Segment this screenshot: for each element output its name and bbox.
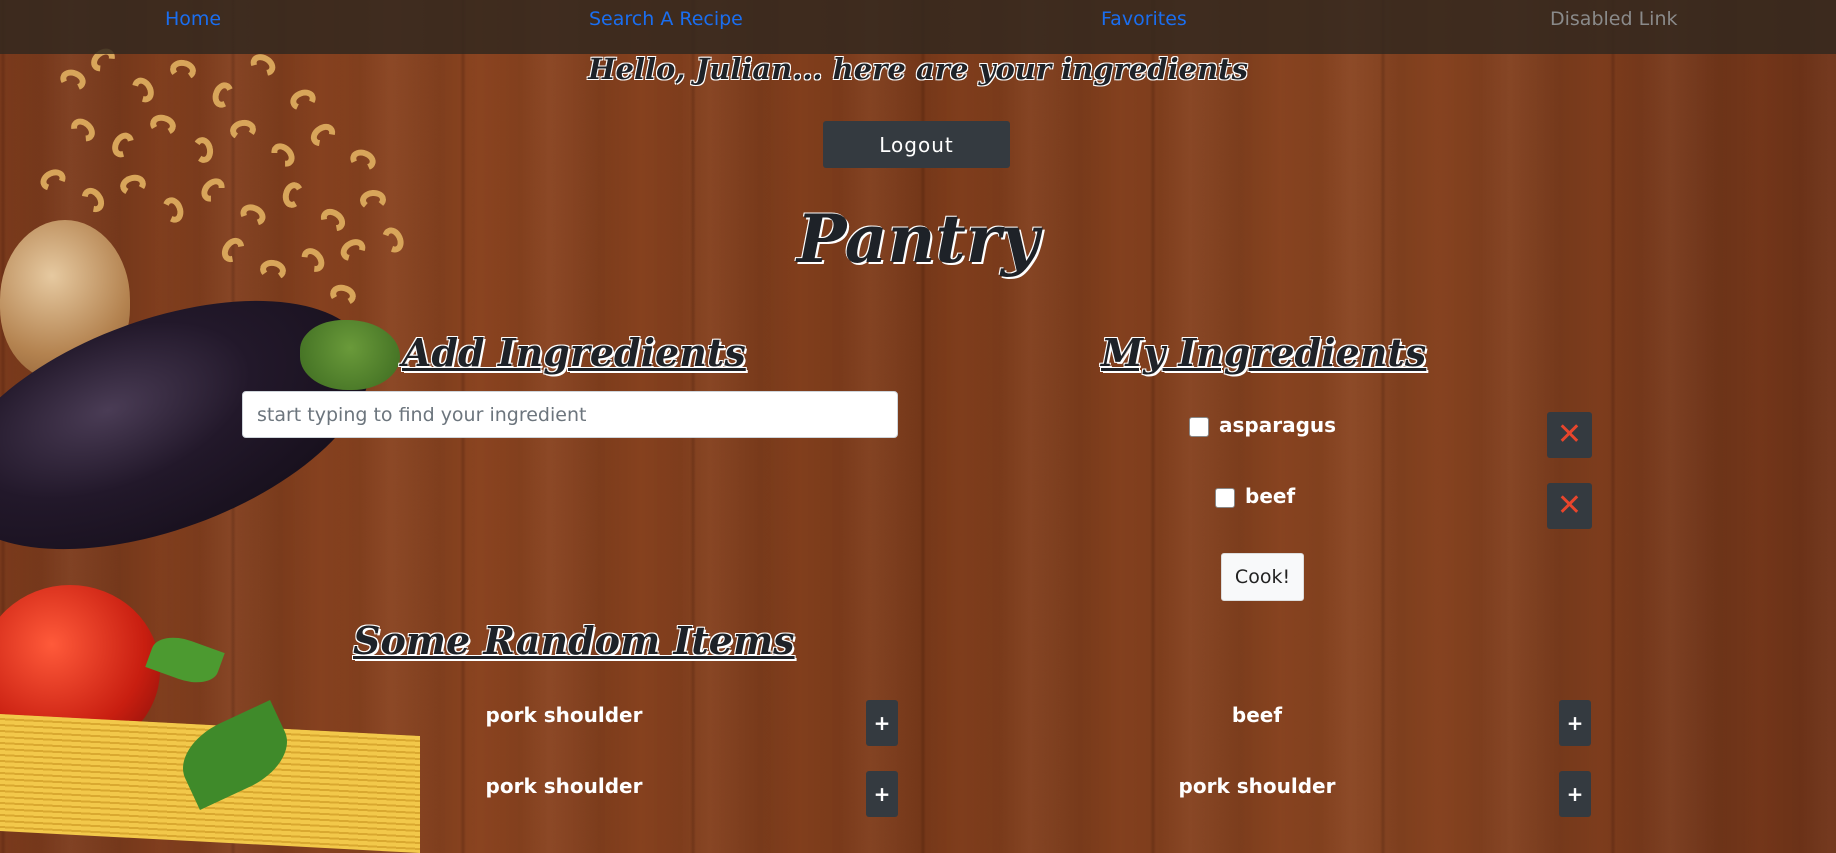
add-item-button[interactable]: + xyxy=(866,771,898,817)
add-item-button[interactable]: + xyxy=(866,700,898,746)
nav-home-link[interactable]: Home xyxy=(165,8,221,30)
ingredient-search-input[interactable] xyxy=(242,391,898,438)
eggplant-cap-decoration xyxy=(300,320,400,390)
macaroni-piece xyxy=(228,117,258,143)
add-ingredients-heading: Add Ingredients xyxy=(402,330,746,375)
greeting-heading: Hello, Julian... here are your ingredien… xyxy=(588,52,1248,86)
delete-ingredient-button[interactable]: ✕ xyxy=(1547,483,1592,529)
macaroni-piece xyxy=(36,165,70,195)
macaroni-piece xyxy=(287,86,319,114)
ingredient-label: asparagus xyxy=(1219,413,1337,437)
cook-button[interactable]: Cook! xyxy=(1221,553,1304,601)
macaroni-piece xyxy=(266,138,300,172)
random-item-label: pork shoulder xyxy=(1178,774,1336,798)
macaroni-piece xyxy=(147,111,179,139)
macaroni-piece xyxy=(66,113,100,147)
ingredient-label: beef xyxy=(1245,484,1296,508)
random-items-heading: Some Random Items xyxy=(353,618,795,663)
macaroni-piece xyxy=(117,171,149,199)
logout-button[interactable]: Logout xyxy=(823,121,1010,168)
random-item-label: beef xyxy=(1231,703,1283,727)
add-item-button[interactable]: + xyxy=(1559,700,1591,746)
add-item-button[interactable]: + xyxy=(1559,771,1591,817)
delete-ingredient-button[interactable]: ✕ xyxy=(1547,412,1592,458)
macaroni-piece xyxy=(190,135,216,165)
close-icon: ✕ xyxy=(1556,488,1583,523)
nav-disabled-link: Disabled Link xyxy=(1550,8,1678,30)
random-item-label: pork shoulder xyxy=(485,774,643,798)
macaroni-piece xyxy=(347,146,379,174)
ingredient-checkbox[interactable] xyxy=(1189,417,1209,437)
nav-favorites-link[interactable]: Favorites xyxy=(1101,8,1187,30)
macaroni-piece xyxy=(327,281,359,309)
close-icon: ✕ xyxy=(1556,417,1583,452)
random-item-label: pork shoulder xyxy=(485,703,643,727)
my-ingredients-heading: My Ingredients xyxy=(1101,330,1427,375)
navbar: Home Search A Recipe Favorites Disabled … xyxy=(0,0,1836,54)
page-title: Pantry xyxy=(796,200,1040,278)
macaroni-piece xyxy=(306,119,340,151)
ingredient-checkbox[interactable] xyxy=(1215,488,1235,508)
nav-search-recipe-link[interactable]: Search A Recipe xyxy=(589,8,743,30)
macaroni-piece xyxy=(107,128,139,162)
